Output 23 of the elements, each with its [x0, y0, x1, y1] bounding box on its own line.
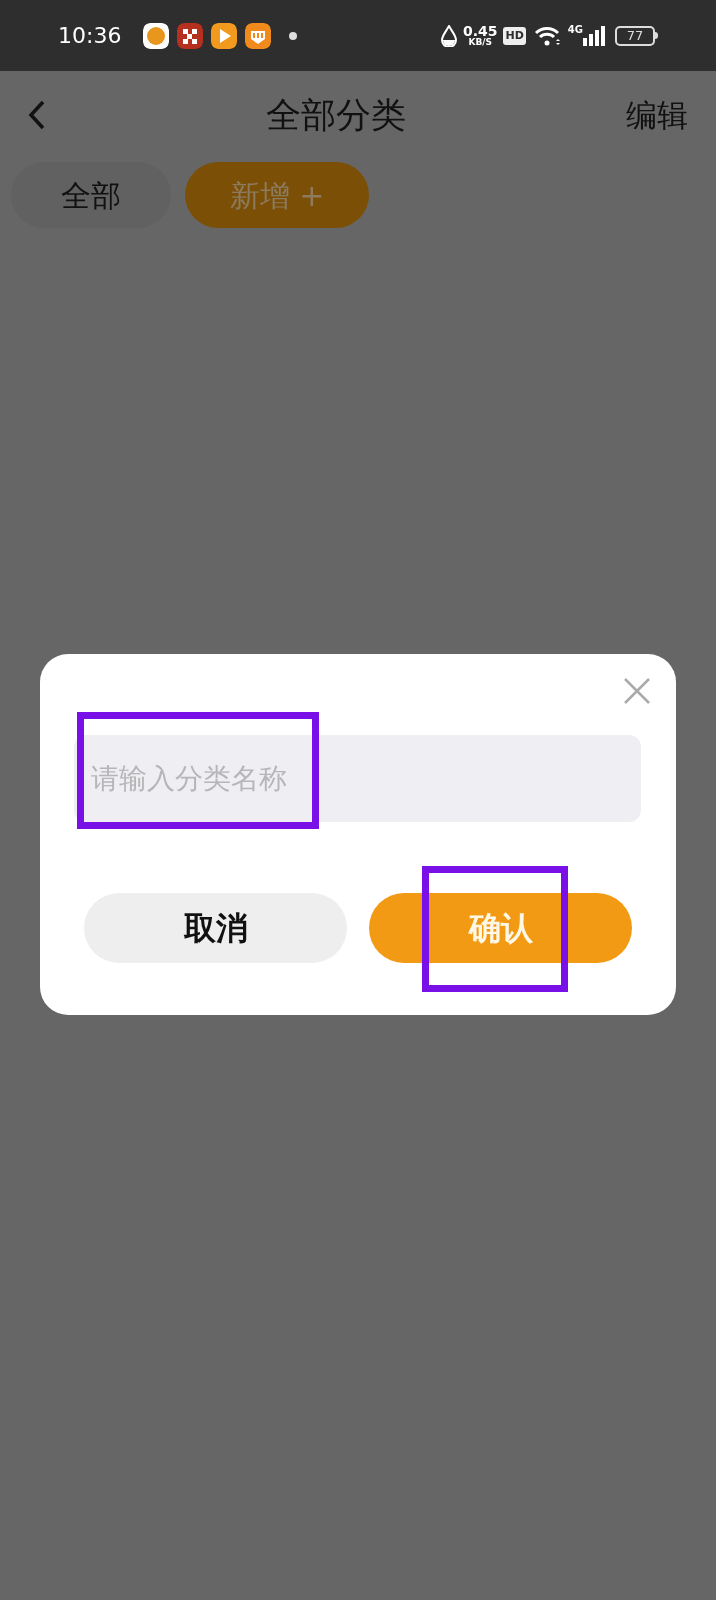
app-icon [245, 22, 272, 49]
confirm-button[interactable]: 确认 [369, 893, 632, 963]
cancel-button[interactable]: 取消 [84, 893, 347, 963]
play-icon [211, 22, 238, 49]
drop-icon [440, 24, 457, 47]
category-chip[interactable]: 新增 + [185, 162, 369, 228]
page-title: 全部分类 [266, 93, 406, 137]
clock: 10:36 [58, 22, 122, 50]
speed-value: 0.45 [462, 24, 498, 38]
category-name-input[interactable]: 请输入分类名称 [74, 735, 641, 822]
wifi-icon [533, 24, 562, 47]
close-icon[interactable] [622, 676, 652, 706]
battery-indicator: 77 [615, 25, 658, 46]
edit-link[interactable]: 编辑 [626, 91, 688, 139]
network-label: 4G [567, 23, 583, 37]
speed-unit: KB/S [468, 38, 492, 47]
app-icon [143, 22, 170, 49]
category-chip[interactable]: 全部 [11, 162, 171, 228]
hd-badge: HD [503, 26, 526, 45]
back-icon[interactable] [28, 100, 46, 130]
dot-icon [289, 31, 298, 40]
app-icon [177, 22, 204, 49]
signal-icon [583, 25, 605, 46]
